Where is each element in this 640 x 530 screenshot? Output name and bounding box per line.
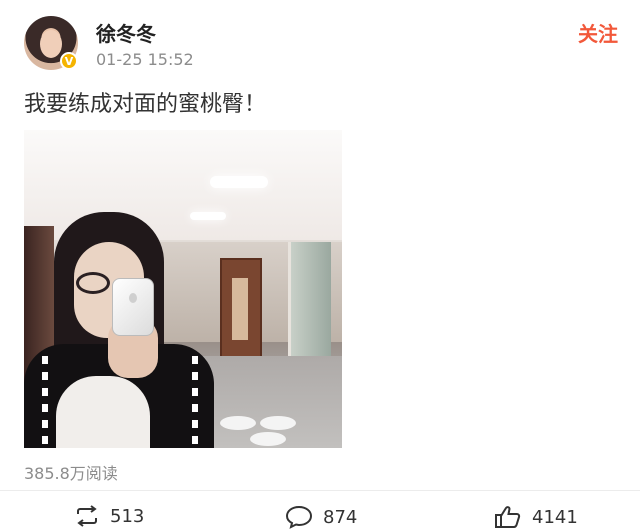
post-photo[interactable]	[24, 130, 342, 448]
divider	[0, 490, 640, 491]
comment-count: 874	[323, 506, 358, 528]
phone-logo-icon	[129, 293, 137, 303]
photo-glasses	[76, 272, 110, 294]
photo-jacket-stripe	[42, 356, 48, 446]
photo-door	[220, 258, 262, 360]
follow-button[interactable]: 关注	[578, 18, 618, 47]
photo-phone	[112, 278, 154, 336]
comment-button[interactable]: 874	[285, 505, 357, 529]
verified-badge-icon: V	[60, 52, 78, 70]
post-text: 我要练成对面的蜜桃臀！	[24, 92, 267, 117]
post-timestamp: 01-25 15:52	[96, 50, 194, 69]
read-count: 385.8万阅读	[24, 464, 118, 483]
photo-top	[56, 376, 150, 448]
avatar-face	[40, 30, 62, 58]
repost-icon	[74, 505, 100, 527]
like-count: 4141	[532, 506, 578, 528]
comment-icon	[285, 505, 313, 529]
photo-floor-spot	[220, 416, 256, 430]
repost-count: 513	[110, 505, 145, 527]
photo-jacket-stripe	[192, 356, 198, 446]
like-icon	[494, 505, 522, 529]
photo-ceiling-light	[210, 176, 268, 188]
repost-button[interactable]: 513	[74, 505, 144, 527]
like-button[interactable]: 4141	[494, 505, 578, 529]
photo-floor-spot	[260, 416, 296, 430]
photo-ceiling-light	[190, 212, 226, 220]
photo-floor-spot	[250, 432, 286, 446]
photo-door-window	[232, 278, 248, 340]
username[interactable]: 徐冬冬	[96, 18, 156, 47]
